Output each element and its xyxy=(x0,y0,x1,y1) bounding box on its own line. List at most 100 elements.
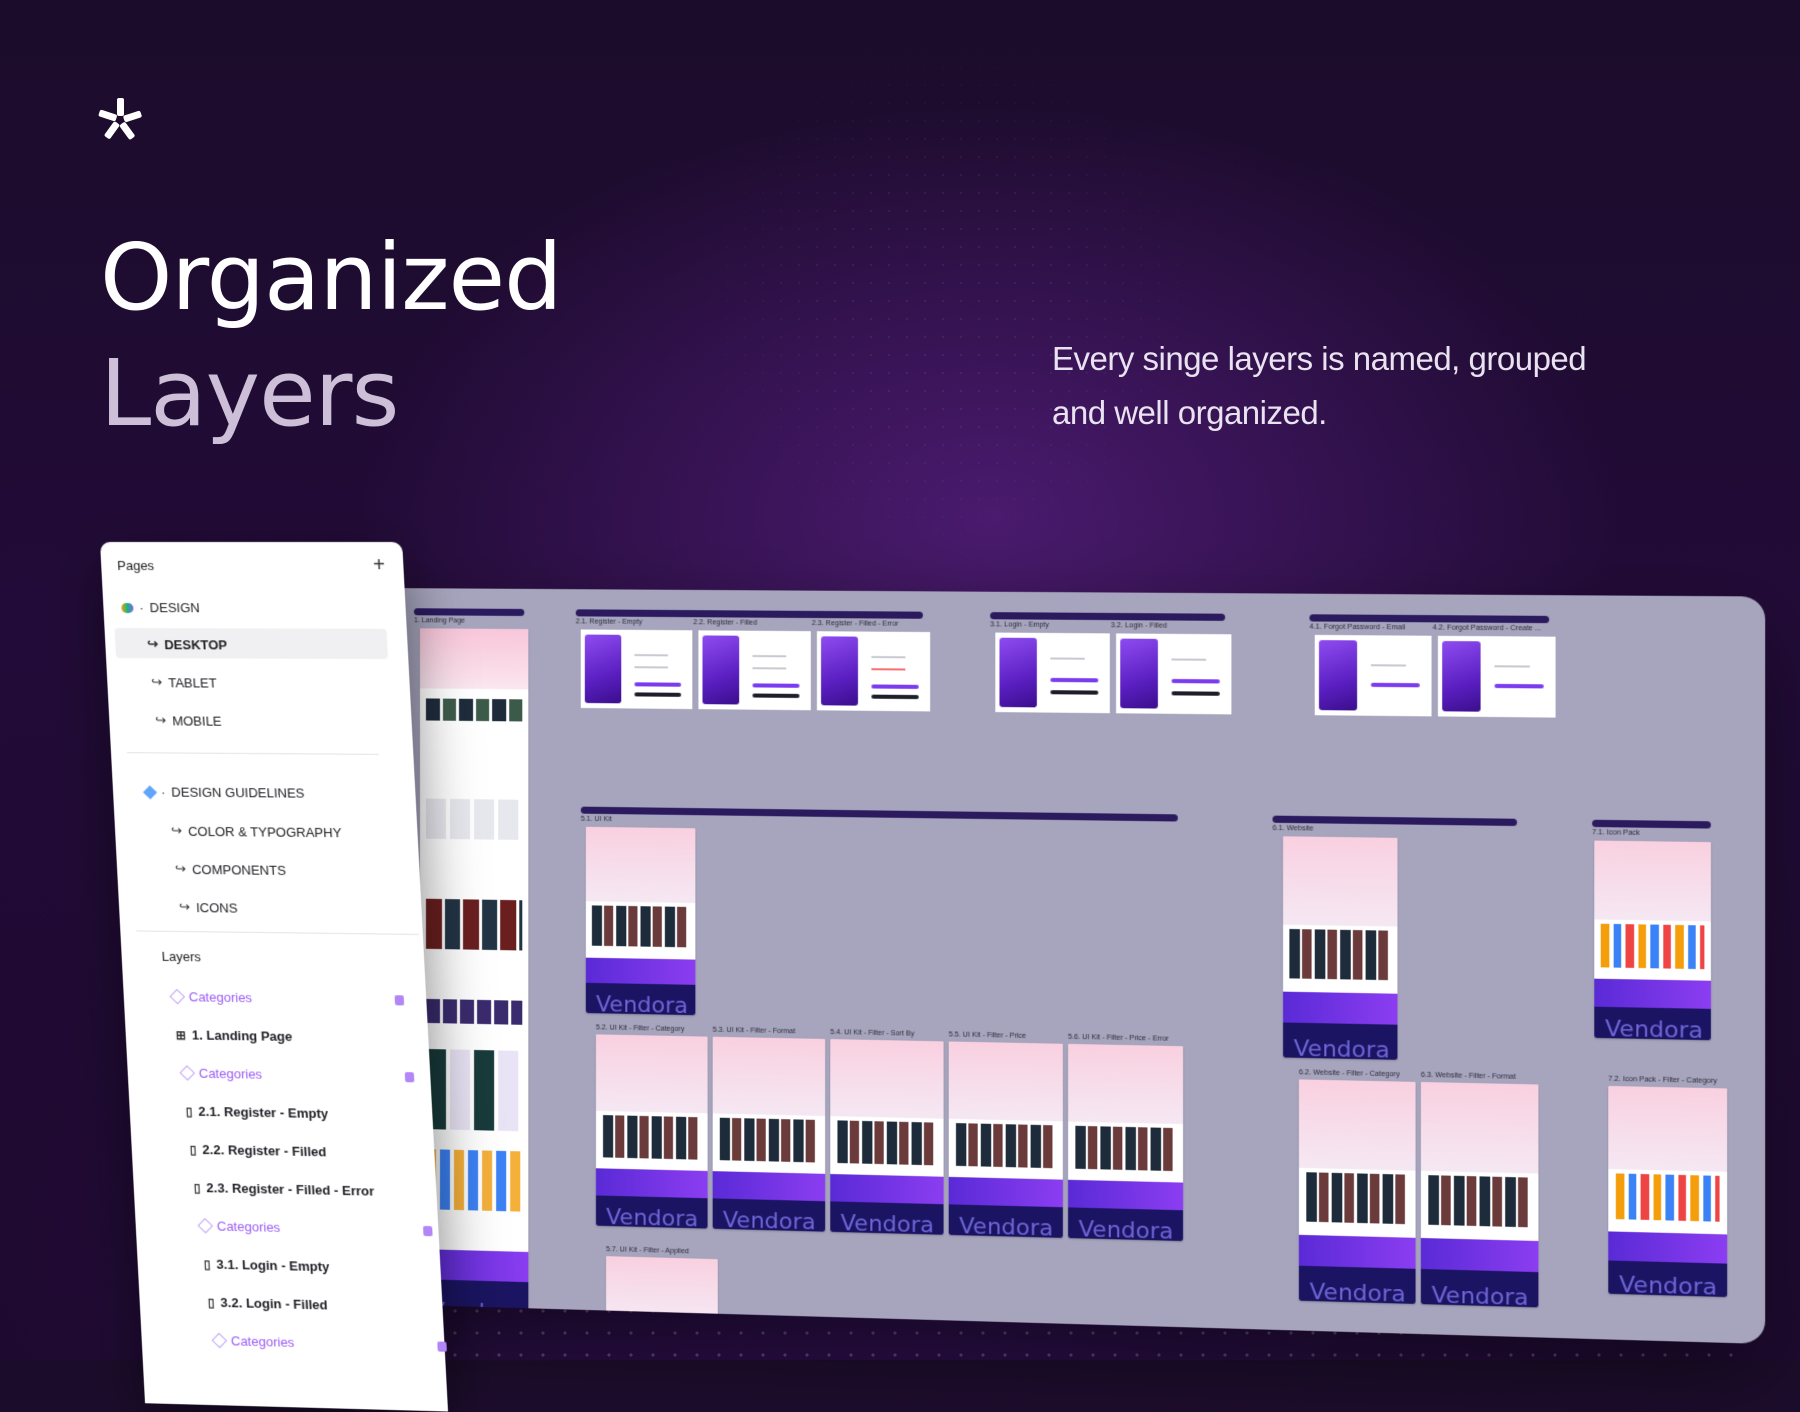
uikit-sortby-frame[interactable]: Vendora xyxy=(830,1039,944,1235)
lock-icon[interactable] xyxy=(422,1225,433,1236)
frame-footer: Vendora xyxy=(1608,1260,1728,1298)
btn xyxy=(752,693,800,698)
forgot-group: 4.1. Forgot Password - Email 4.2. Forgot… xyxy=(1309,614,1550,632)
layer-label: Categories xyxy=(216,1218,281,1235)
layer-label: 3.1. Login - Empty xyxy=(216,1256,330,1275)
layer-frame[interactable]: ▯ 3.2. Login - Filled xyxy=(207,1295,328,1313)
figma-component-icon xyxy=(142,784,158,799)
auth-image xyxy=(999,637,1037,708)
page-group-design-guidelines[interactable]: · DESIGN GUIDELINES xyxy=(142,784,305,801)
return-arrow-icon: ↪ xyxy=(154,712,167,728)
frame-stack-icon: ⊞ xyxy=(175,1027,187,1042)
layer-frame[interactable]: ▯ 3.1. Login - Empty xyxy=(203,1256,330,1275)
btn xyxy=(1171,678,1220,684)
layer-frame[interactable]: ▯ 2.3. Register - Filled - Error xyxy=(193,1180,374,1199)
uikit-category-frame[interactable]: Vendora xyxy=(595,1034,708,1229)
pages-header: Pages xyxy=(116,558,155,574)
footer-brand: Vendora xyxy=(1605,1016,1704,1041)
btn xyxy=(634,682,682,687)
btn xyxy=(752,683,800,688)
dot-icon: · xyxy=(160,784,166,800)
divider xyxy=(136,930,419,935)
layer-categories[interactable]: Categories xyxy=(211,1332,447,1354)
frame-hero xyxy=(1420,1081,1539,1174)
plus-icon[interactable]: + xyxy=(373,554,386,577)
field xyxy=(634,666,668,669)
page-group-design[interactable]: · DESIGN xyxy=(121,600,200,615)
field xyxy=(752,667,786,670)
uikit-price-frame[interactable]: Vendora xyxy=(948,1041,1063,1238)
frame-label-login1: 3.1. Login - Empty xyxy=(990,621,1050,629)
frame-footer: Vendora xyxy=(595,1195,708,1229)
register-empty-frame[interactable] xyxy=(580,629,693,710)
field xyxy=(871,656,906,659)
login-filled-frame[interactable] xyxy=(1116,633,1232,715)
layer-label: Categories xyxy=(230,1333,295,1350)
footer-brand: Vendora xyxy=(840,1210,935,1235)
frame-cta xyxy=(830,1173,944,1204)
frame-cards xyxy=(592,905,689,948)
page-desktop[interactable]: ↪ DESKTOP xyxy=(147,636,228,652)
register-filled-frame[interactable] xyxy=(698,630,811,711)
layer-frame[interactable]: ▯ 2.2. Register - Filled xyxy=(189,1142,326,1159)
footer-brand: Vendora xyxy=(1293,1036,1390,1060)
landing-group: 1. Landing Page xyxy=(413,608,525,625)
layer-label: 1. Landing Page xyxy=(191,1027,293,1045)
component-diamond-icon xyxy=(179,1065,196,1081)
frame-icon: ▯ xyxy=(203,1256,211,1272)
layer-frame[interactable]: ⊞ 1. Landing Page xyxy=(175,1027,292,1044)
background-dot-pattern xyxy=(700,40,1200,560)
frame-label-reg3: 2.3. Register - Filled - Error xyxy=(811,620,899,628)
page-components[interactable]: ↪ COMPONENTS xyxy=(175,861,287,878)
design-canvas[interactable]: 1. Landing Page Vendora 2.1. Register - … xyxy=(380,588,1766,1344)
landing-creators xyxy=(425,998,523,1025)
uikit-applied-frame[interactable] xyxy=(606,1256,718,1320)
layer-label: Categories xyxy=(188,989,253,1006)
uikit-frame[interactable]: Vendora xyxy=(585,826,696,1016)
field xyxy=(1171,658,1206,661)
footer-brand: Vendora xyxy=(1619,1272,1718,1298)
website-format-frame[interactable]: Vendora xyxy=(1420,1081,1539,1308)
page-mobile[interactable]: ↪ MOBILE xyxy=(155,712,222,728)
website-group: 6.1. Website xyxy=(1272,815,1517,833)
frame-label-web3: 6.3. Website - Filter - Format xyxy=(1420,1071,1516,1081)
footer-brand: Vendora xyxy=(959,1213,1054,1238)
group-bar xyxy=(580,806,1178,822)
website-category-frame[interactable]: Vendora xyxy=(1298,1079,1416,1304)
layer-categories[interactable]: Categories xyxy=(179,1065,415,1084)
layer-label: 2.3. Register - Filled - Error xyxy=(206,1180,375,1199)
login-empty-frame[interactable] xyxy=(995,632,1110,714)
forgot-email-frame[interactable] xyxy=(1314,634,1432,717)
group-bar xyxy=(990,612,1226,621)
lock-icon[interactable] xyxy=(404,1071,415,1082)
page-icons[interactable]: ↪ ICONS xyxy=(179,899,238,916)
btn xyxy=(1050,690,1099,695)
layer-categories[interactable]: Categories xyxy=(169,988,405,1007)
uikit-format-frame[interactable]: Vendora xyxy=(712,1036,826,1232)
frame-hero xyxy=(1608,1085,1728,1172)
lock-icon[interactable] xyxy=(437,1340,447,1352)
uikit-price-error-frame[interactable]: Vendora xyxy=(1068,1043,1184,1242)
frame-label-uikit7: 5.7. UI Kit - Filter - Applied xyxy=(606,1246,689,1256)
lock-icon[interactable] xyxy=(394,994,405,1005)
landing-icons xyxy=(425,1149,523,1212)
page-color-typography[interactable]: ↪ COLOR & TYPOGRAPHY xyxy=(171,823,342,841)
auth-image xyxy=(1319,639,1357,711)
icon-pack-frame[interactable]: Vendora xyxy=(1594,840,1711,1041)
frame-cta xyxy=(585,957,696,986)
component-diamond-icon xyxy=(197,1217,214,1234)
frame-hero xyxy=(585,826,696,904)
register-error-frame[interactable] xyxy=(816,631,931,712)
return-arrow-icon: ↪ xyxy=(174,860,187,876)
website-frame[interactable]: Vendora xyxy=(1283,836,1398,1060)
layer-frame[interactable]: ▯ 2.1. Register - Empty xyxy=(185,1104,328,1121)
icon-pack-category-frame[interactable]: Vendora xyxy=(1608,1085,1728,1298)
forgot-create-frame[interactable] xyxy=(1437,635,1556,718)
layer-categories[interactable]: Categories xyxy=(197,1217,433,1238)
landing-hero xyxy=(419,628,529,690)
auth-image xyxy=(585,634,621,704)
frame-hero xyxy=(595,1034,708,1114)
page-tablet[interactable]: ↪ TABLET xyxy=(151,674,217,690)
frame-footer: Vendora xyxy=(1420,1268,1539,1308)
return-arrow-icon: ↪ xyxy=(178,898,191,915)
